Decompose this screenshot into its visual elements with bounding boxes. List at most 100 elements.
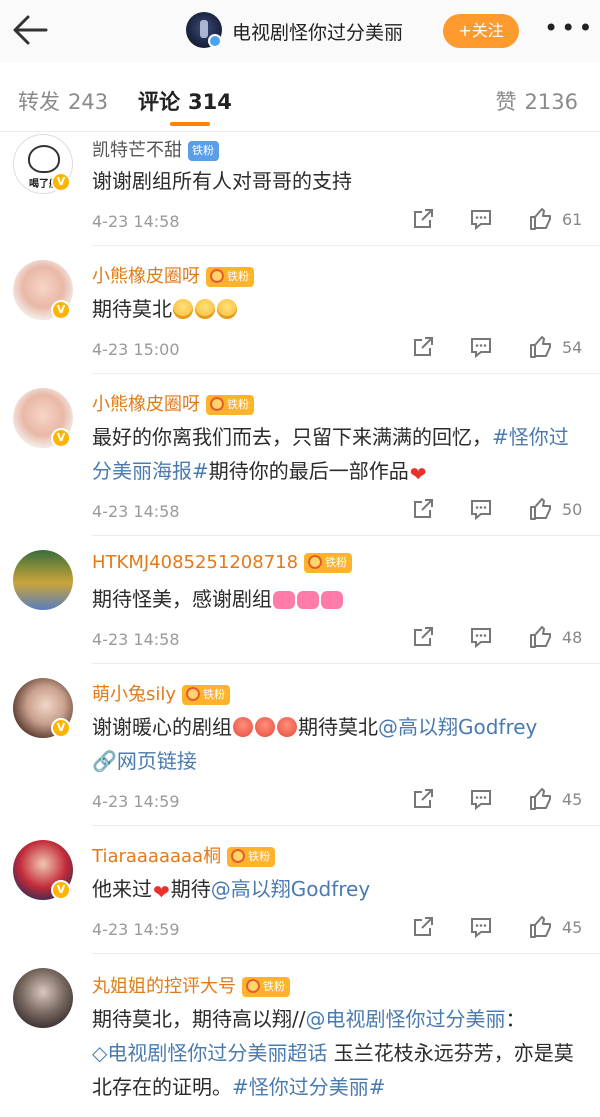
comment-icon: [471, 918, 491, 939]
share-button[interactable]: [410, 206, 436, 236]
reply-button[interactable]: [468, 206, 494, 236]
tab-comment[interactable]: 评论 314: [138, 86, 232, 116]
share-icon: [414, 917, 433, 936]
comment-username[interactable]: 小熊橡皮圈呀 铁粉: [92, 262, 254, 288]
comment-username[interactable]: 凯特芒不甜 铁粉: [92, 136, 219, 162]
supertopic-label: 电视剧怪你过分美丽超话: [107, 1041, 328, 1065]
username-text: 凯特芒不甜: [92, 140, 182, 161]
tab-comment-count: 314: [188, 90, 232, 114]
badge-label: 铁粉: [248, 850, 271, 863]
share-button[interactable]: [410, 786, 436, 816]
badge-label: 铁粉: [203, 688, 226, 701]
tab-like-label: 赞: [495, 90, 517, 114]
comment-text-part: 谢谢暖心的剧组: [92, 715, 232, 739]
avatar[interactable]: [13, 550, 73, 610]
emoji-icon: [233, 717, 253, 737]
thumbs-up-icon: [530, 788, 551, 810]
hashtag-link[interactable]: #怪你过分美丽#: [232, 1075, 386, 1099]
badge-label: 铁粉: [325, 556, 348, 569]
comment-time: 4-23 14:58: [92, 212, 180, 231]
divider: [92, 535, 600, 536]
avatar[interactable]: [13, 968, 73, 1028]
like-button[interactable]: 45: [528, 914, 582, 944]
mention-link[interactable]: @高以翔Godfrey: [211, 877, 370, 901]
emoji-icon: [173, 299, 193, 319]
emoji-icon: [277, 717, 297, 737]
thumbs-up-icon: [530, 208, 551, 230]
comment-username[interactable]: Tiaraaaaaaa桐 铁粉: [92, 842, 276, 868]
share-button[interactable]: [410, 334, 436, 364]
mention-link[interactable]: @高以翔Godfrey: [378, 715, 537, 739]
like-count: 50: [562, 499, 583, 519]
tab-repost[interactable]: 转发 243: [18, 86, 108, 116]
mention-link[interactable]: @电视剧怪你过分美丽: [305, 1007, 505, 1031]
comment-text: 谢谢剧组所有人对哥哥的支持: [92, 169, 352, 193]
badge-label: 铁粉: [227, 270, 249, 283]
divider: [92, 953, 600, 954]
more-options-button[interactable]: •••: [544, 16, 592, 46]
reply-button[interactable]: [468, 914, 494, 944]
like-button[interactable]: 48: [528, 624, 582, 654]
share-button[interactable]: [410, 496, 436, 526]
comment-time: 4-23 14:58: [92, 630, 180, 649]
like-count: 61: [562, 209, 583, 229]
comment-username[interactable]: HTKMJ4085251208718 铁粉: [92, 552, 353, 573]
tab-like-count: 2136: [524, 90, 578, 114]
reply-button[interactable]: [468, 334, 494, 364]
tab-like[interactable]: 赞 2136: [496, 86, 578, 116]
fan-badge: 铁粉: [188, 141, 219, 161]
comment-text-part: 期待你的最后一部作品: [208, 459, 409, 483]
verified-icon: V: [51, 880, 71, 900]
comment-text-part: 期待莫北: [92, 297, 172, 321]
fan-badge: 铁粉: [242, 977, 290, 997]
verified-icon: V: [51, 300, 71, 320]
follow-button[interactable]: +关注: [443, 14, 519, 48]
comment-username[interactable]: 小熊橡皮圈呀 铁粉: [92, 390, 254, 416]
web-link[interactable]: 🔗网页链接: [92, 749, 197, 773]
tab-bar: 转发 243 评论 314 赞 2136: [0, 62, 600, 132]
comment-username[interactable]: 丸姐姐的控评大号 铁粉: [92, 972, 290, 998]
active-tab-indicator: [170, 122, 210, 126]
top-bar: 电视剧怪你过分美丽 +关注 •••: [0, 0, 600, 62]
emoji-icon: [273, 591, 295, 609]
comment-text: 谢谢暖心的剧组 期待莫北@高以翔Godfrey 🔗网页链接: [92, 710, 582, 778]
supertopic-link[interactable]: ◇电视剧怪你过分美丽超话: [92, 1041, 327, 1065]
share-button[interactable]: [410, 914, 436, 944]
badge-label: 铁粉: [263, 980, 285, 993]
emoji-icon: [321, 591, 343, 609]
like-button[interactable]: 45: [528, 786, 582, 816]
reply-button[interactable]: [468, 496, 494, 526]
share-icon: [414, 499, 433, 518]
like-button[interactable]: 50: [528, 496, 582, 526]
fan-badge: 铁粉: [182, 685, 231, 705]
badge-label: 铁粉: [227, 398, 249, 411]
comment-text-part: 期待莫北: [298, 715, 378, 739]
reply-button[interactable]: [468, 786, 494, 816]
thumbs-up-icon: [530, 336, 551, 358]
like-button[interactable]: 54: [528, 334, 582, 364]
verified-icon: V: [51, 428, 71, 448]
divider: [92, 825, 600, 826]
comment-username[interactable]: 萌小兔sily 铁粉: [92, 680, 231, 706]
comment-text: 最好的你离我们而去，只留下来满满的回忆，#怪你过分美丽海报#期待你的最后一部作品…: [92, 420, 582, 491]
heart-emoji-icon: ❤: [409, 462, 427, 486]
divider: [92, 373, 600, 374]
share-button[interactable]: [410, 624, 436, 654]
username-text: 小熊橡皮圈呀: [92, 394, 200, 415]
reply-button[interactable]: [468, 624, 494, 654]
back-button[interactable]: [8, 10, 52, 50]
username-text: HTKMJ4085251208718: [92, 552, 299, 573]
web-link-label: 网页链接: [116, 749, 197, 773]
share-icon: [414, 209, 433, 228]
username-text: 萌小兔sily: [92, 684, 177, 705]
comment-time: 4-23 14:59: [92, 792, 180, 811]
account-name[interactable]: 电视剧怪你过分美丽: [232, 18, 403, 45]
emoji-icon: [297, 591, 319, 609]
divider: [92, 245, 600, 246]
thumbs-up-icon: [530, 626, 551, 648]
heart-emoji-icon: ❤: [153, 880, 170, 904]
like-button[interactable]: 61: [528, 206, 582, 236]
comment-time: 4-23 15:00: [92, 340, 180, 359]
comment-text-part: 最好的你离我们而去，只留下来满满的回忆，: [92, 425, 492, 449]
comment-text-part: 期待怪美，感谢剧组: [92, 587, 272, 611]
